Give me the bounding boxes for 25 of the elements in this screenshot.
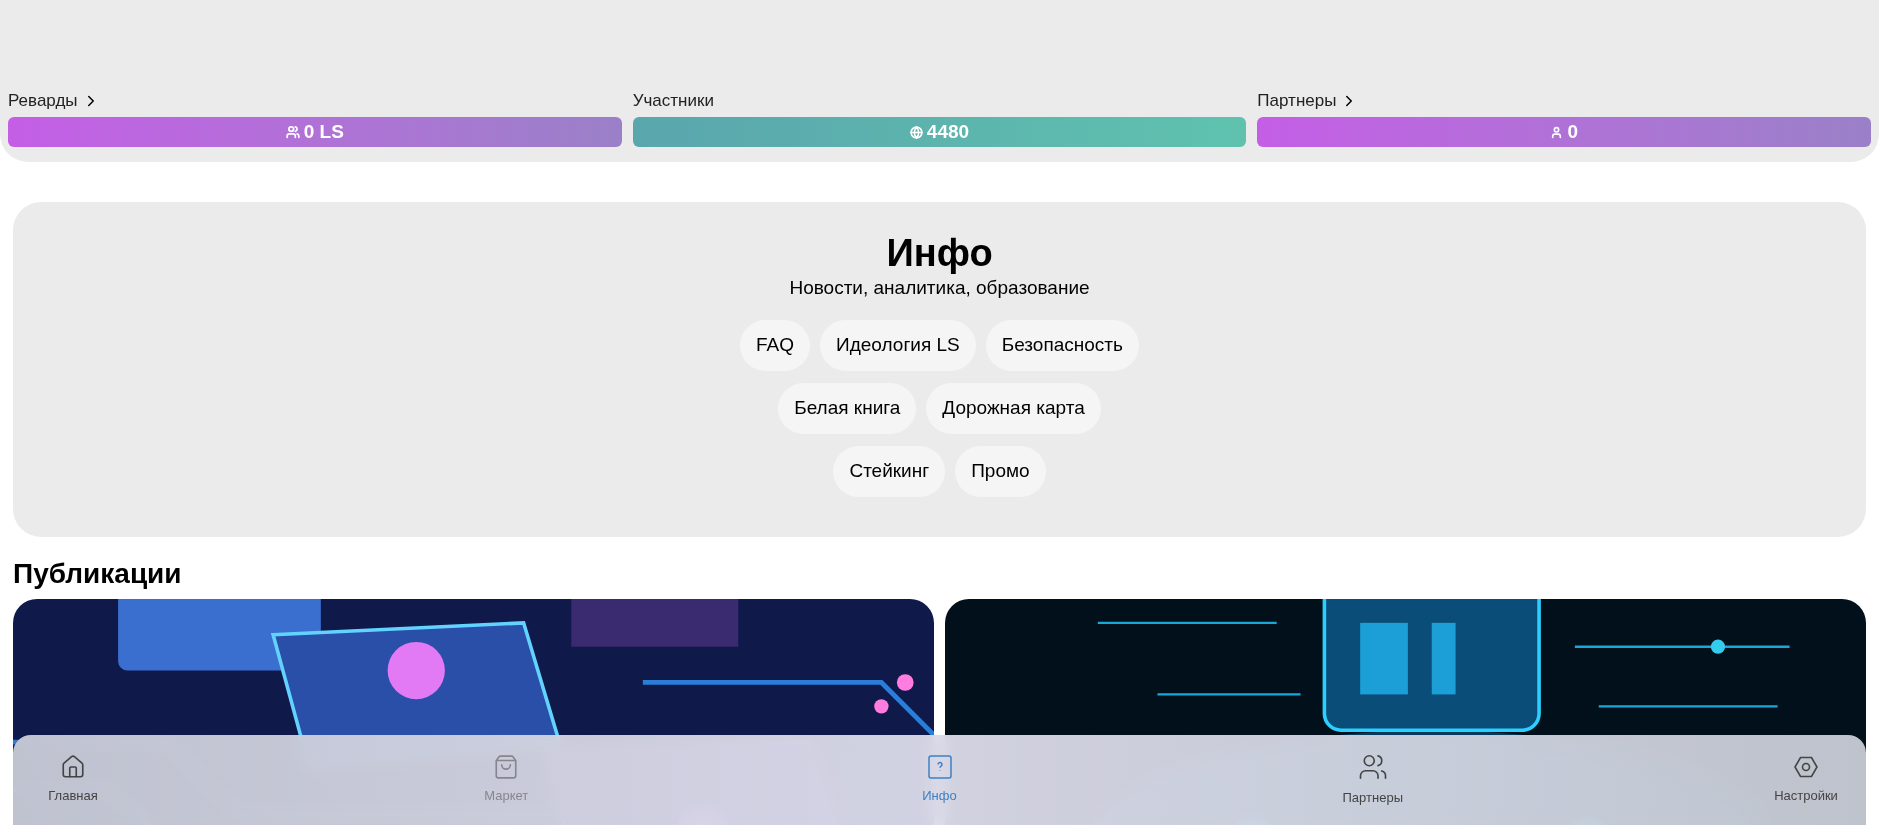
globe-icon [909,125,923,139]
info-chip[interactable]: Стейкинг [833,446,946,497]
info-subtitle: Новости, аналитика, образование [789,276,1090,300]
stat-value: 4480 [926,119,970,144]
nav-tab[interactable]: Партнеры [1337,752,1408,808]
stat-label[interactable]: Реварды [8,88,78,114]
nav-tab[interactable]: Главная [38,754,108,806]
home-icon [60,754,86,781]
info-chip[interactable]: Белая книга [778,383,917,434]
stat-value: 0 [1567,119,1578,144]
info-chip[interactable]: Дорожная карта [926,383,1101,434]
nav-tab[interactable]: Настройки [1771,754,1841,806]
section-title: Публикации [13,557,183,591]
user-icon [1550,125,1564,139]
info-chip[interactable]: Безопасность [985,320,1139,371]
bag-icon [493,754,520,781]
info-chip[interactable]: Идеология LS [820,320,976,371]
info-chip[interactable]: FAQ [740,320,811,371]
users-icon [285,125,300,139]
info-title: Инфо [886,231,993,276]
info-chip[interactable]: Промо [955,446,1046,497]
question-square-icon [926,754,953,781]
stat-label[interactable]: Партнеры [1257,88,1337,114]
stat-label: Участники [632,90,714,113]
stat-value: 0 LS [303,119,344,144]
